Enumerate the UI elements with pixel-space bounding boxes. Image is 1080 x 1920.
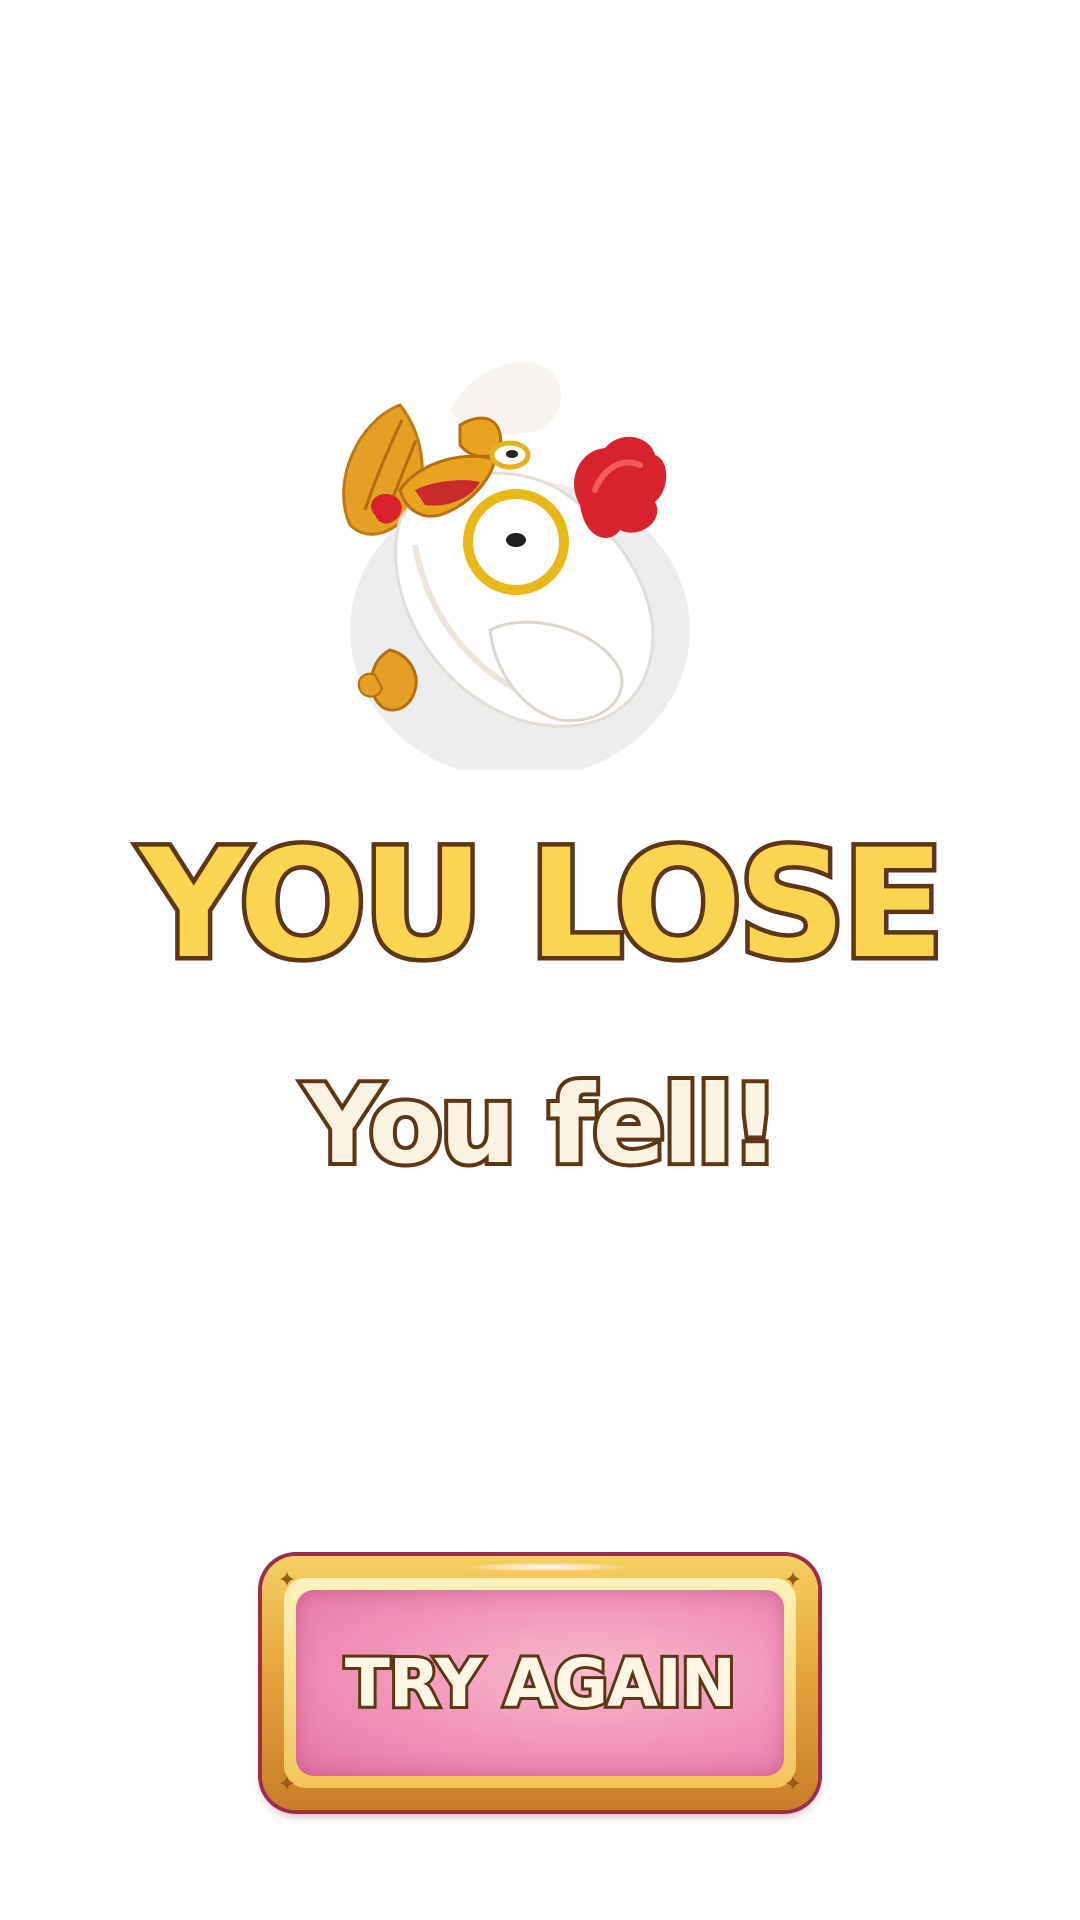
fail-message: You fell!: [299, 1063, 784, 1188]
chicken-character: [320, 330, 720, 770]
try-again-button[interactable]: ✦ ✦ ✦ ✦ TRY AGAIN: [262, 1556, 818, 1810]
chicken-falling-icon: [342, 362, 690, 770]
try-again-label: TRY AGAIN: [342, 1642, 739, 1725]
you-lose-title: YOU LOSE: [135, 818, 949, 992]
